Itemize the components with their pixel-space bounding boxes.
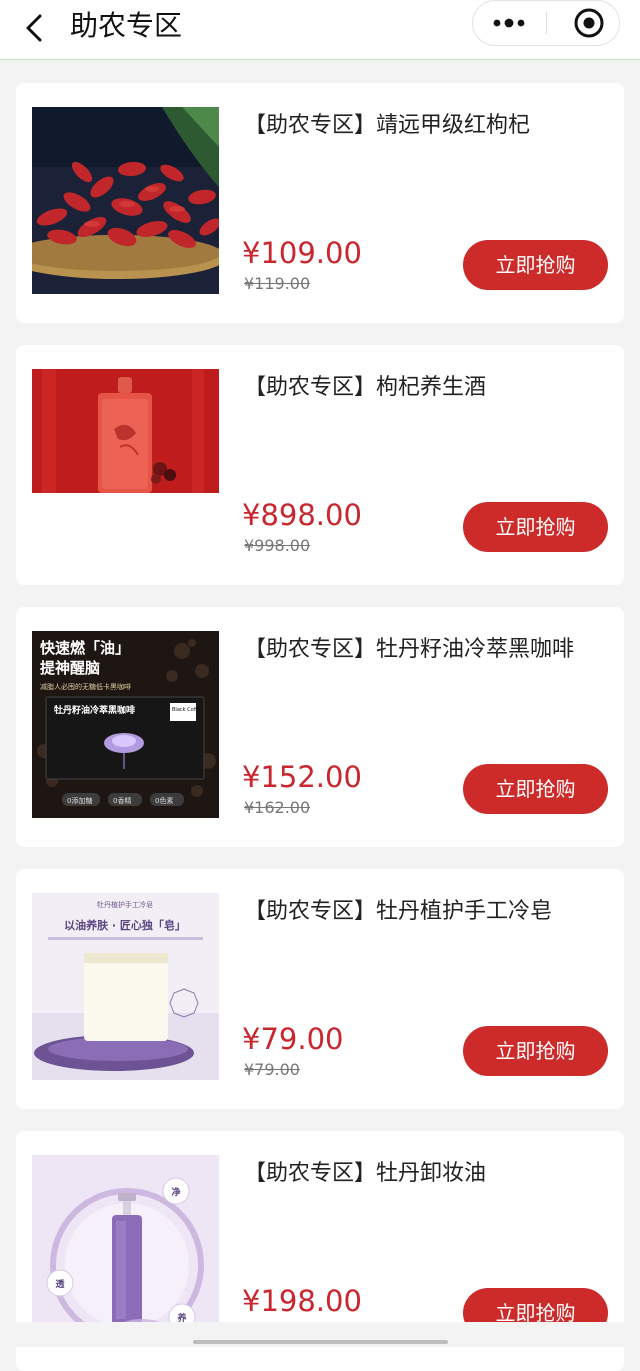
product-card[interactable]: 【助农专区】靖远甲级红枸杞 ¥109.00 ¥119.00 立即抢购 [16, 83, 624, 323]
product-image-handmade-soap[interactable]: 牡丹植护手工冷皂 以油养肤 · 匠心独「皂」 [32, 893, 219, 1080]
product-price: ¥898.00 [242, 498, 362, 532]
image-top-line: 牡丹植护手工冷皂 [97, 900, 153, 909]
original-price: ¥998.00 [244, 536, 311, 555]
product-image-goji-wine[interactable] [32, 369, 219, 493]
image-headline-2: 提神醒脑 [40, 659, 100, 677]
product-image-goji-berries[interactable] [32, 107, 219, 294]
image-tag-3: 0色素 [155, 796, 173, 805]
back-button[interactable] [18, 10, 54, 46]
product-image-cleansing-oil[interactable]: 净 透 养 [32, 1155, 219, 1342]
more-dots-icon [493, 18, 525, 28]
original-price: ¥162.00 [244, 798, 311, 817]
image-slogan: 以油养肤 · 匠心独「皂」 [64, 918, 186, 932]
buy-now-button[interactable]: 立即抢购 [463, 502, 608, 552]
product-card[interactable]: 快速燃「油」 提神醒脑 减脂人必囤的无糖低卡黑咖啡 牡丹籽油冷萃黑咖啡 Blac… [16, 607, 624, 847]
product-name[interactable]: 【助农专区】枸杞养生酒 [244, 373, 486, 403]
mini-program-capsule [472, 0, 620, 46]
image-badge-1: 净 [171, 1186, 180, 1198]
product-price: ¥198.00 [242, 1284, 362, 1318]
product-image-black-coffee[interactable]: 快速燃「油」 提神醒脑 减脂人必囤的无糖低卡黑咖啡 牡丹籽油冷萃黑咖啡 Blac… [32, 631, 219, 818]
image-tagline: 减脂人必囤的无糖低卡黑咖啡 [40, 682, 131, 691]
buy-now-button[interactable]: 立即抢购 [463, 764, 608, 814]
close-button[interactable] [547, 1, 619, 45]
image-headline-1: 快速燃「油」 [40, 639, 130, 657]
product-name[interactable]: 【助农专区】牡丹籽油冷萃黑咖啡 [244, 635, 574, 665]
image-tag-1: 0添加糖 [67, 796, 92, 805]
product-card[interactable]: 牡丹植护手工冷皂 以油养肤 · 匠心独「皂」 【助农专区】牡丹植护手工冷皂 ¥7… [16, 869, 624, 1109]
page-title: 助农专区 [70, 9, 183, 42]
product-name[interactable]: 【助农专区】靖远甲级红枸杞 [244, 111, 530, 141]
chevron-left-icon [26, 14, 42, 42]
target-circle-icon [574, 8, 604, 38]
image-box-title: 牡丹籽油冷萃黑咖啡 [54, 704, 135, 716]
original-price: ¥79.00 [244, 1060, 300, 1079]
product-price: ¥152.00 [242, 760, 362, 794]
image-tag-2: 0香精 [113, 796, 131, 805]
buy-now-button[interactable]: 立即抢购 [463, 1026, 608, 1076]
home-indicator[interactable] [193, 1340, 448, 1344]
navigation-bar: 助农专区 [0, 0, 640, 60]
product-price: ¥109.00 [242, 236, 362, 270]
image-badge-2: 透 [55, 1278, 65, 1290]
product-price: ¥79.00 [242, 1022, 344, 1056]
more-button[interactable] [473, 1, 545, 45]
original-price: ¥119.00 [244, 274, 311, 293]
product-name[interactable]: 【助农专区】牡丹卸妆油 [244, 1159, 486, 1189]
buy-now-button[interactable]: 立即抢购 [463, 240, 608, 290]
image-box-badge: Black Coffee [172, 707, 203, 713]
product-name[interactable]: 【助农专区】牡丹植护手工冷皂 [244, 897, 552, 927]
product-card[interactable]: 【助农专区】枸杞养生酒 ¥898.00 ¥998.00 立即抢购 [16, 345, 624, 585]
